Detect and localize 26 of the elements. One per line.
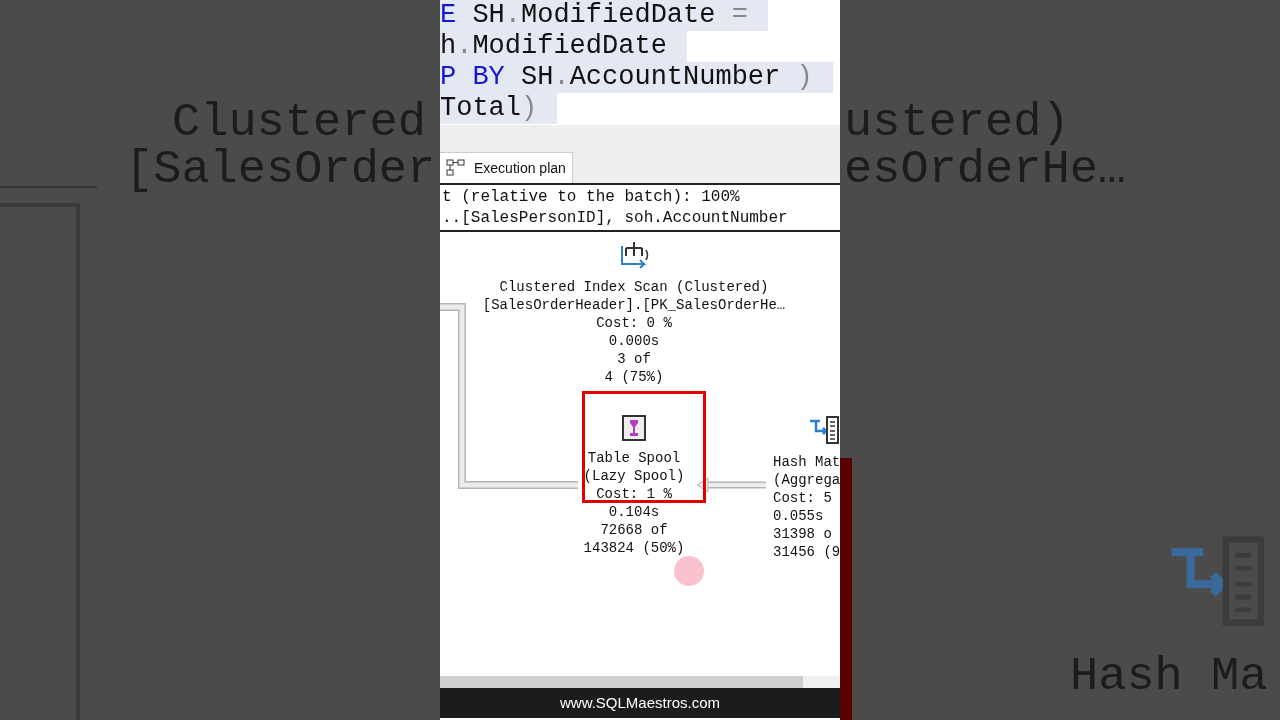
node-label: Table Spool (586, 449, 682, 467)
node-label: Cost: 0 % (595, 314, 673, 332)
node-label: 143824 (50%) (583, 539, 685, 557)
node-label: [SalesOrderHeader].[PK_SalesOrderHe… (482, 296, 786, 314)
plan-header-text: ..[SalesPersonID], soh.AccountNumber (442, 207, 789, 229)
node-label: 0.104s (607, 503, 661, 521)
node-label: (Aggrega (773, 471, 840, 489)
node-label: 0.055s (773, 507, 825, 525)
node-label: Hash Mat (773, 453, 840, 471)
node-label: 3 of (616, 350, 652, 368)
node-label: Clustered Index Scan (Clustered) (498, 278, 770, 296)
node-label: Cost: 1 % (595, 485, 673, 503)
node-label: 0.000s (607, 332, 661, 350)
node-label: 31456 (9 (773, 543, 840, 561)
node-label: Cost: 5 (773, 489, 833, 507)
table-spool-icon (622, 415, 646, 441)
node-label: 31398 o (773, 525, 833, 543)
connector-arrow (696, 477, 766, 493)
plan-header-text: t (relative to the batch): 100% (442, 186, 741, 208)
click-indicator (674, 556, 704, 586)
node-label: (Lazy Spool) (583, 467, 685, 485)
results-tab[interactable]: Execution plan (440, 152, 573, 183)
plan-diagram-icon (446, 159, 466, 177)
website-caption: www.SQLMaestros.com (559, 692, 720, 713)
node-label: 4 (75%) (603, 368, 665, 386)
node-label: 72668 of (599, 521, 669, 539)
